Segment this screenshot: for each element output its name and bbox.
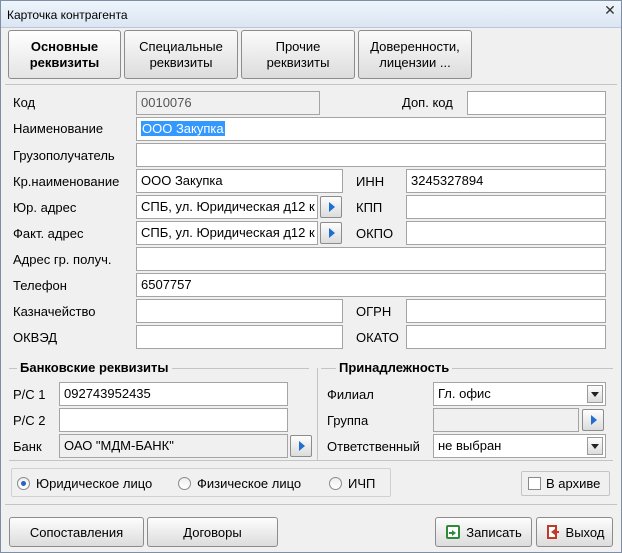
bank-group-title: Банковские реквизиты (17, 360, 172, 375)
kpp-field[interactable] (406, 195, 606, 219)
otvetstvenny-value: не выбран (438, 438, 502, 453)
save-button-label: Записать (466, 524, 522, 540)
radio-ichp-label[interactable]: ИЧП (348, 476, 375, 491)
kr-naimenovanie-label: Кр.наименование (13, 174, 120, 189)
arrow-right-icon (591, 415, 597, 425)
gruzopoluchatel-field[interactable] (136, 143, 606, 167)
okato-label: ОКАТО (356, 330, 399, 345)
bank-lookup-button[interactable] (290, 435, 312, 457)
rs1-field[interactable]: 092743952435 (59, 382, 288, 406)
okpo-field[interactable] (406, 221, 606, 245)
gruzopoluchatel-label: Грузополучатель (13, 148, 115, 163)
group-vertical-divider (317, 368, 318, 460)
okved-field[interactable] (136, 325, 343, 349)
bank-label: Банк (13, 439, 42, 454)
arrow-right-icon (329, 228, 335, 238)
close-icon[interactable]: ✕ (601, 1, 619, 19)
ogrn-label: ОГРН (356, 304, 392, 319)
radio-legal-entity[interactable] (17, 477, 30, 490)
otvetstvenny-label: Ответственный (327, 439, 420, 454)
exit-icon (546, 525, 559, 539)
inn-label: ИНН (356, 174, 385, 189)
archive-label[interactable]: В архиве (546, 476, 600, 491)
chevron-down-icon[interactable] (587, 437, 603, 455)
tab-powers-of-attorney[interactable]: Доверенности, лицензии ... (358, 30, 472, 79)
otvetstvenny-select[interactable]: не выбран (433, 434, 606, 458)
filial-label: Филиал (327, 387, 374, 402)
naimenovanie-selected-text: ООО Закупка (141, 121, 225, 136)
arrow-right-icon (299, 441, 305, 451)
fakt-adres-field[interactable]: СПБ, ул. Юридическая д12 к (136, 221, 318, 245)
dop-kod-field[interactable] (467, 91, 606, 115)
radio-ichp[interactable] (329, 477, 342, 490)
gruppa-lookup-button[interactable] (582, 409, 604, 431)
save-button[interactable]: Записать (435, 517, 532, 547)
kaznacheystvo-label: Казначейство (13, 304, 96, 319)
kod-field: 0010076 (136, 91, 320, 115)
archive-checkbox[interactable] (528, 477, 541, 490)
filial-select[interactable]: Гл. офис (433, 382, 606, 406)
window-title: Карточка контрагента (7, 8, 128, 22)
belonging-group-title: Принадлежность (336, 360, 453, 375)
naimenovanie-field[interactable]: ООО Закупка (136, 117, 606, 141)
naimenovanie-label: Наименование (13, 121, 104, 136)
rs2-label: Р/С 2 (13, 413, 46, 428)
okved-label: ОКВЭД (13, 330, 58, 345)
okato-field[interactable] (406, 325, 606, 349)
okpo-label: ОКПО (356, 226, 394, 241)
adres-gr-field[interactable] (136, 247, 606, 271)
title-bar: Карточка контрагента ✕ (1, 1, 621, 28)
sopostavleniya-button[interactable]: Сопоставления (9, 517, 144, 547)
radio-legal-entity-label[interactable]: Юридическое лицо (36, 476, 152, 491)
counterparty-card-window: Карточка контрагента ✕ Основные реквизит… (0, 0, 622, 553)
ogrn-field[interactable] (406, 299, 606, 323)
save-icon (446, 525, 461, 539)
entity-type-group: Юридическое лицо Физическое лицо ИЧП (11, 468, 391, 497)
tabs-divider (5, 84, 617, 85)
tab-main-requisites[interactable]: Основные реквизиты (8, 30, 121, 79)
bank-field: ОАО "МДМ-БАНК" (59, 434, 288, 458)
exit-button-label: Выход (565, 524, 605, 540)
arrow-right-icon (329, 202, 335, 212)
tab-other-requisites[interactable]: Прочие реквизиты (241, 30, 355, 79)
dop-kod-label: Доп. код (402, 95, 453, 110)
kpp-label: КПП (356, 200, 383, 215)
gruppa-field (433, 408, 579, 432)
radio-individual[interactable] (178, 477, 191, 490)
telefon-field[interactable]: 6507757 (136, 273, 606, 297)
kr-naimenovanie-field[interactable]: ООО Закупка (136, 169, 343, 193)
footer-divider (5, 504, 617, 505)
kod-label: Код (13, 95, 36, 110)
yur-adres-field[interactable]: СПБ, ул. Юридическая д12 к (136, 195, 318, 219)
exit-button[interactable]: Выход (536, 517, 613, 547)
groups-bottom-line (9, 460, 613, 461)
rs2-field[interactable] (59, 408, 288, 432)
chevron-down-icon[interactable] (587, 385, 603, 403)
telefon-label: Телефон (13, 278, 67, 293)
gruppa-label: Группа (327, 413, 369, 428)
yur-adres-lookup-button[interactable] (320, 196, 342, 218)
filial-value: Гл. офис (438, 386, 491, 401)
dogovory-button[interactable]: Договоры (147, 517, 278, 547)
radio-individual-label[interactable]: Физическое лицо (197, 476, 301, 491)
fakt-adres-label: Факт. адрес (13, 226, 84, 241)
rs1-label: Р/С 1 (13, 387, 46, 402)
inn-field[interactable]: 3245327894 (406, 169, 606, 193)
yur-adres-label: Юр. адрес (13, 200, 77, 215)
tab-special-requisites[interactable]: Специальные реквизиты (124, 30, 238, 79)
fakt-adres-lookup-button[interactable] (320, 222, 342, 244)
kaznacheystvo-field[interactable] (136, 299, 343, 323)
archive-checkbox-group[interactable]: В архиве (521, 471, 610, 496)
adres-gr-label: Адрес гр. получ. (13, 252, 112, 267)
